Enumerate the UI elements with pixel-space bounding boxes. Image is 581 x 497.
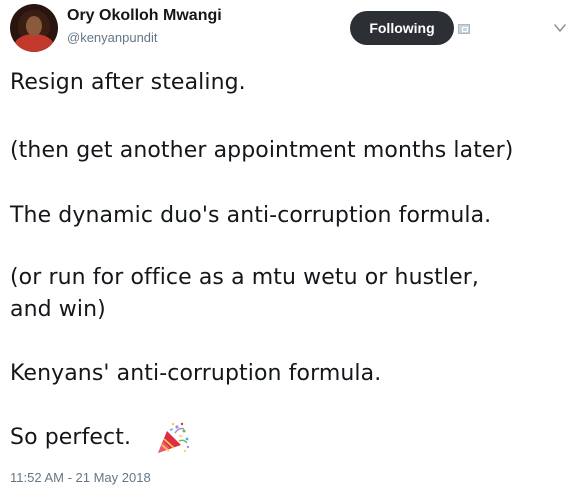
author-handle[interactable]: @kenyanpundit bbox=[67, 30, 158, 45]
tweet-text-line: and win) bbox=[10, 297, 106, 322]
tweet-card: Ory Okolloh Mwangi @kenyanpundit Followi… bbox=[0, 0, 581, 497]
tweet-timestamp[interactable]: 11:52 AM - 21 May 2018 bbox=[10, 470, 151, 485]
avatar-face bbox=[26, 16, 42, 36]
tweet-text-line: Resign after stealing. bbox=[10, 70, 246, 95]
tweet-text-line: So perfect. bbox=[10, 425, 132, 450]
tweet-text-line: Kenyans' anti-corruption formula. bbox=[10, 361, 382, 386]
direct-message-icon[interactable] bbox=[458, 24, 470, 34]
tweet-text-line: The dynamic duo's anti-corruption formul… bbox=[10, 203, 492, 228]
author-name[interactable]: Ory Okolloh Mwangi bbox=[67, 7, 222, 25]
chevron-down-icon[interactable] bbox=[552, 20, 568, 36]
following-button[interactable]: Following bbox=[350, 11, 454, 45]
avatar[interactable] bbox=[10, 4, 58, 52]
tweet-text-line: (or run for office as a mtu wetu or hust… bbox=[10, 265, 479, 290]
party-popper-icon bbox=[158, 422, 190, 453]
tweet-text-line: (then get another appointment months lat… bbox=[10, 138, 514, 163]
